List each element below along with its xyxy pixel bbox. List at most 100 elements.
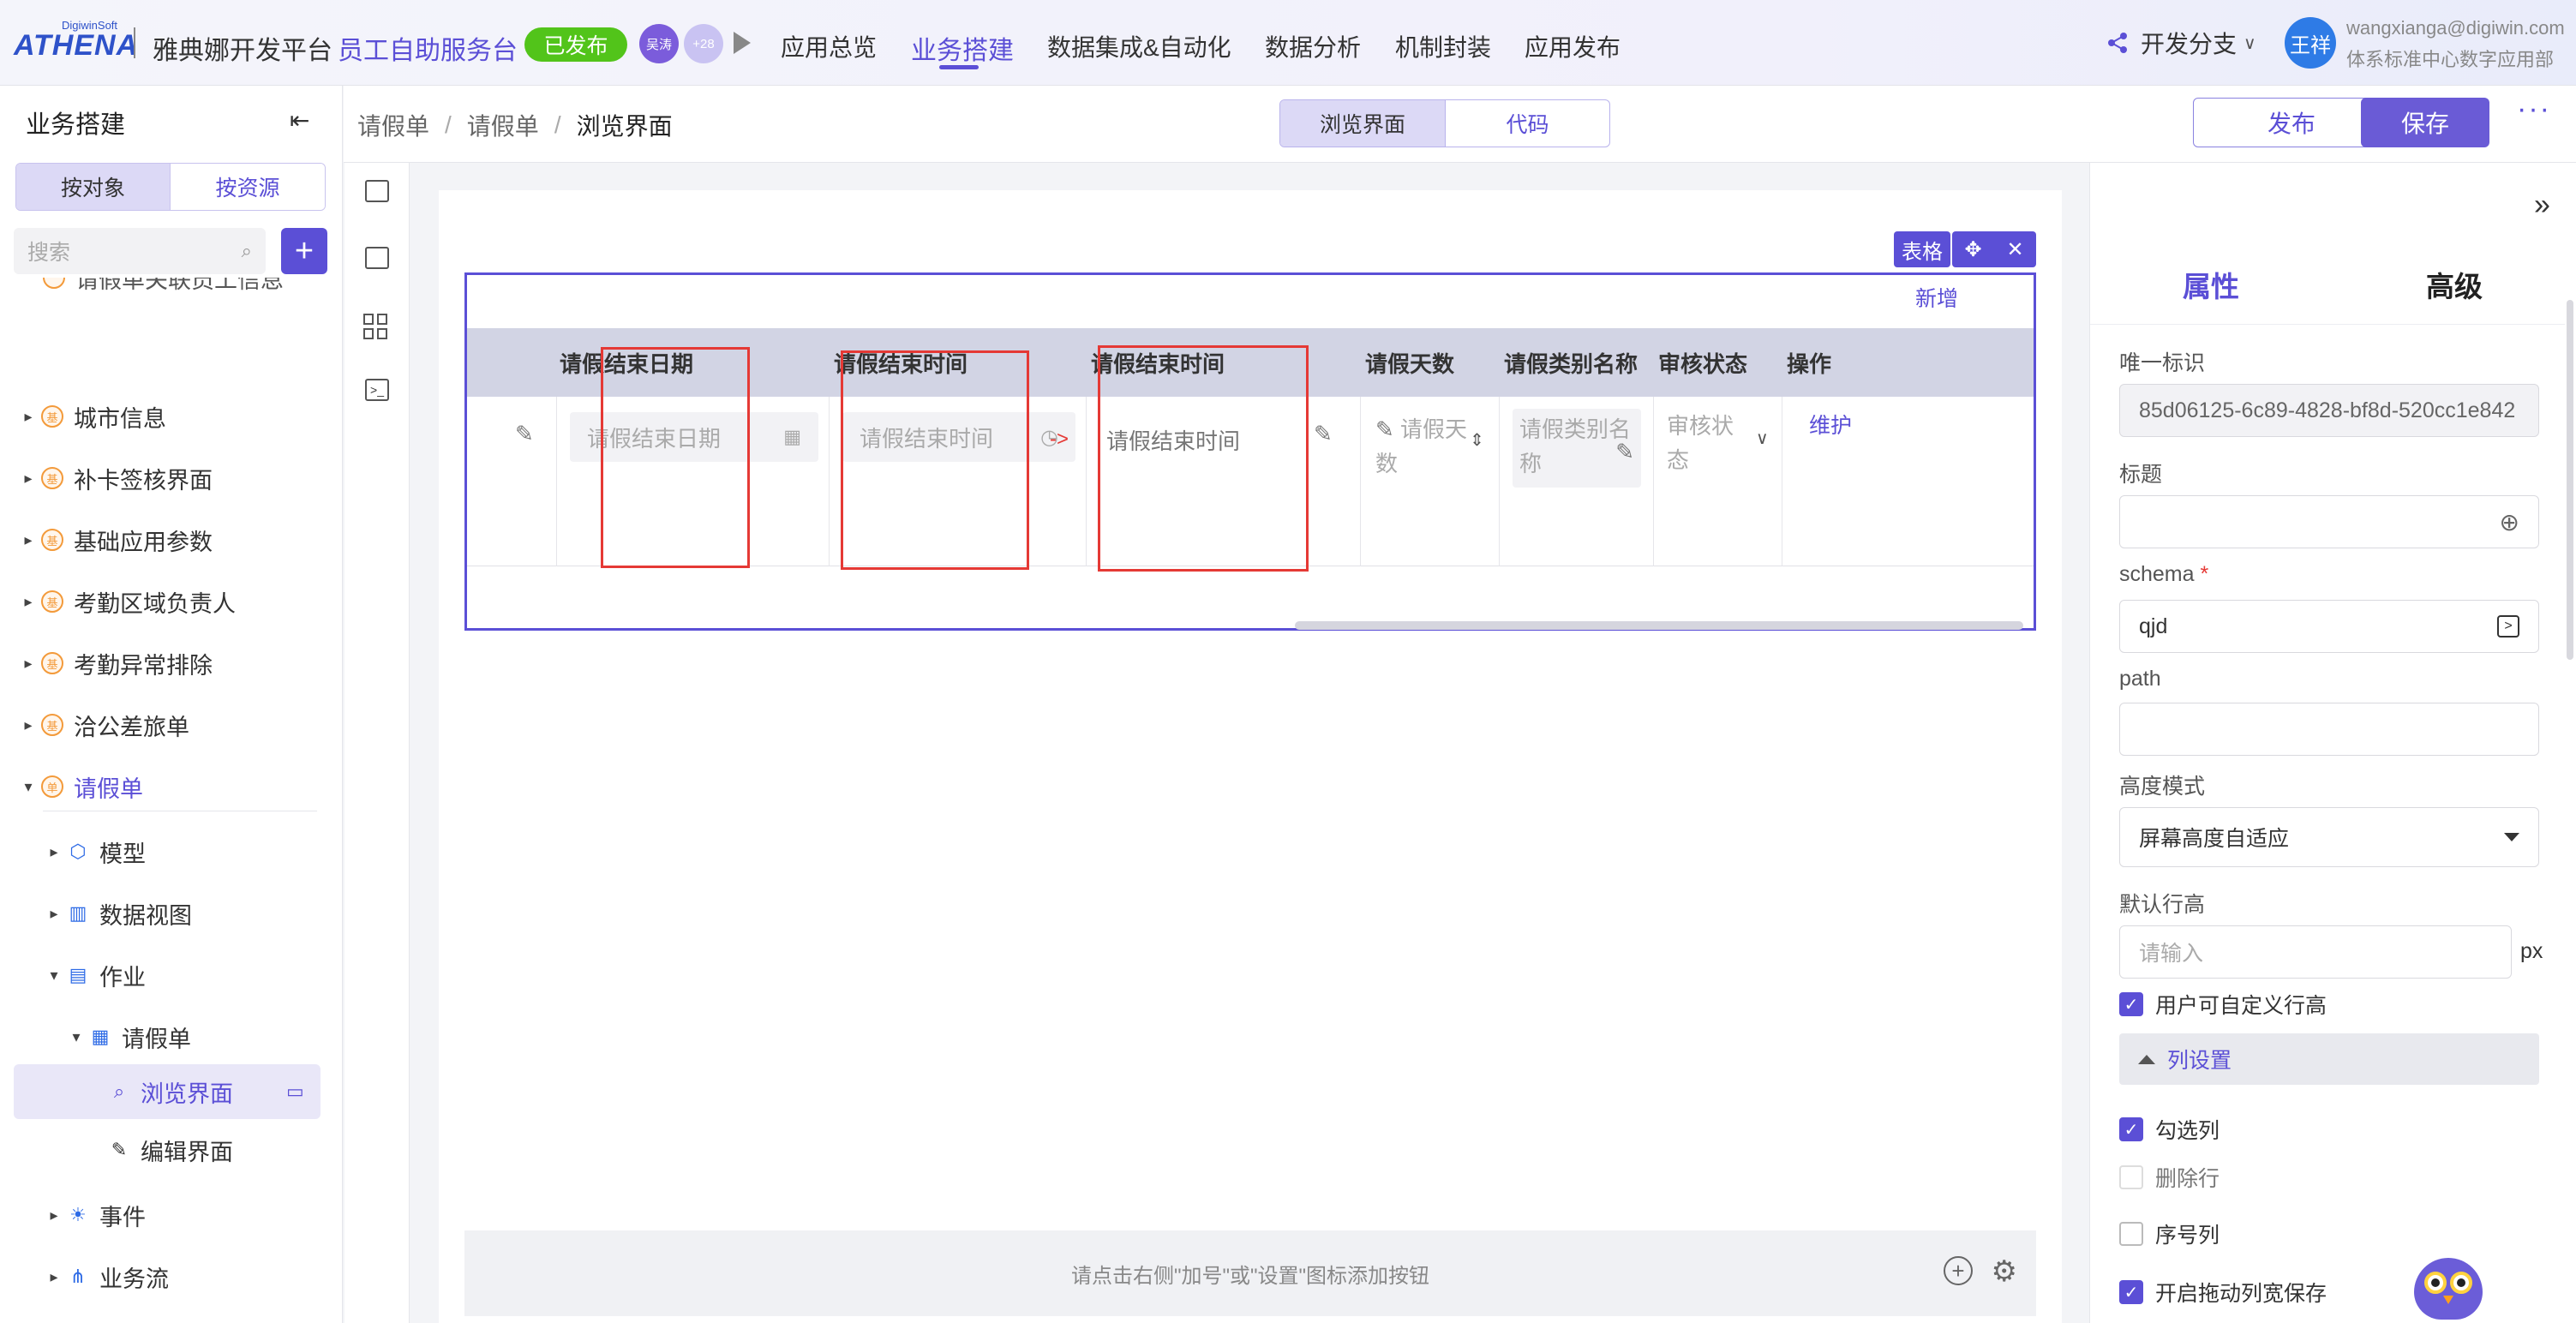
gear-icon[interactable]: ⚙ bbox=[1992, 1254, 2017, 1289]
tree-item-basic-params[interactable]: ▸ 基基础应用参数 bbox=[21, 516, 343, 564]
stepper-icon[interactable]: ⇕ bbox=[1470, 429, 1484, 451]
badge-icon: 基 bbox=[41, 652, 63, 674]
checkbox-checked[interactable]: ✓ bbox=[2119, 992, 2143, 1016]
nav-mechanism[interactable]: 机制封装 bbox=[1395, 29, 1491, 63]
uid-field[interactable]: 85d06125-6c89-4828-bf8d-520cc1e842 bbox=[2119, 384, 2539, 437]
globe-icon[interactable]: ⊕ bbox=[2500, 508, 2519, 536]
status-select[interactable]: 审核状态 bbox=[1667, 409, 1752, 477]
tree-item-partial[interactable]: 请假单关联员工信息 bbox=[43, 278, 343, 302]
nav-business-build[interactable]: 业务搭建 bbox=[911, 29, 1014, 67]
expand-panel-icon[interactable]: » bbox=[2534, 189, 2550, 222]
delete-row-option[interactable]: 删除行 bbox=[2119, 1162, 2220, 1193]
more-collaborators-badge[interactable]: +28 bbox=[684, 24, 723, 63]
tree-item-dataview[interactable]: ▸ ▥ 数据视图 bbox=[46, 889, 343, 937]
nav-data-integration[interactable]: 数据集成&自动化 bbox=[1047, 29, 1231, 63]
add-row-link[interactable]: 新增 bbox=[1915, 282, 1958, 313]
custom-row-height-option[interactable]: ✓ 用户可自定义行高 bbox=[2119, 989, 2327, 1020]
tab-advanced[interactable]: 高级 bbox=[2426, 264, 2483, 305]
edit-icon[interactable]: ✎ bbox=[1314, 421, 1333, 447]
checkbox-checked[interactable]: ✓ bbox=[2119, 1117, 2143, 1141]
more-options-icon[interactable]: ··· bbox=[2517, 93, 2551, 126]
user-email: wangxianga@digiwin.com bbox=[2346, 17, 2565, 39]
play-icon[interactable] bbox=[734, 32, 751, 54]
device-icon[interactable]: ▭ bbox=[286, 1081, 304, 1103]
nav-app-overview[interactable]: 应用总览 bbox=[781, 29, 877, 63]
checkbox-unchecked[interactable] bbox=[2119, 1222, 2143, 1246]
tree-item-city[interactable]: ▸ 基城市信息 bbox=[21, 392, 343, 440]
tree-item-job[interactable]: ▾ ▤ 作业 bbox=[46, 951, 343, 999]
add-button[interactable]: + bbox=[281, 228, 327, 274]
tree-item-event[interactable]: ▸ ☀ 事件 bbox=[46, 1191, 343, 1239]
tree-item-other[interactable]: ▸其其他 bbox=[21, 1314, 343, 1323]
chevron-down-icon: ∨ bbox=[1756, 429, 1769, 448]
terminal-icon[interactable]: >_ bbox=[365, 379, 389, 401]
branch-selector[interactable]: 开发分支 ∨ bbox=[2105, 26, 2256, 60]
move-icon[interactable]: ✥ bbox=[1964, 237, 1981, 262]
days-input[interactable]: ✎ 请假天数 bbox=[1375, 412, 1478, 481]
select-column-option[interactable]: ✓ 勾选列 bbox=[2119, 1114, 2220, 1145]
save-button[interactable]: 保存 bbox=[2361, 98, 2489, 147]
caret-up-icon bbox=[2138, 1054, 2155, 1064]
path-field[interactable] bbox=[2119, 703, 2539, 756]
column-header[interactable]: 审核状态 bbox=[1658, 328, 1747, 397]
user-dept: 体系标准中心数字应用部 bbox=[2346, 49, 2555, 70]
table-component[interactable]: 新增 请假结束日期 请假结束时间 请假结束时间 请假天数 请假类别名称 审核状态… bbox=[464, 272, 2036, 631]
assistant-owl-icon[interactable] bbox=[2409, 1253, 2488, 1323]
user-avatar[interactable]: 王祥 bbox=[2285, 17, 2336, 69]
column-settings-header[interactable]: 列设置 bbox=[2119, 1033, 2539, 1085]
col-divider bbox=[556, 397, 557, 566]
maintain-link[interactable]: 维护 bbox=[1809, 409, 1852, 440]
code-editor-icon[interactable]: > bbox=[2497, 615, 2519, 638]
column-header[interactable]: 操作 bbox=[1787, 328, 1831, 397]
tab-browse[interactable]: 浏览界面 bbox=[1280, 100, 1445, 147]
toggle-by-resource[interactable]: 按资源 bbox=[170, 164, 325, 210]
tree-item-job-leave[interactable]: ▾ ▦ 请假单 bbox=[69, 1013, 343, 1061]
tree-item-travel[interactable]: ▸ 基洽公差旅单 bbox=[21, 701, 343, 749]
tree-item-model[interactable]: ▸ ⬡ 模型 bbox=[46, 828, 343, 876]
toggle-by-object[interactable]: 按对象 bbox=[16, 164, 170, 210]
close-icon[interactable]: ✕ bbox=[2006, 237, 2023, 262]
left-sidebar: 业务搭建 ⇤ 按对象 按资源 搜索 ⌕ + 请假单关联员工信息 ▸ 基城市信息 ▸… bbox=[0, 86, 343, 1323]
list-icon[interactable] bbox=[365, 247, 389, 269]
tab-code[interactable]: 代码 bbox=[1445, 100, 1609, 147]
tree-item-edit[interactable]: ✎ 编辑界面 bbox=[108, 1126, 343, 1174]
title-field[interactable]: ⊕ bbox=[2119, 495, 2539, 548]
athena-logo[interactable]: DigiwinSoft ATHENA bbox=[14, 19, 137, 62]
badge-icon: 基 bbox=[41, 529, 63, 551]
layout-icon[interactable] bbox=[365, 180, 389, 202]
edit-icon[interactable]: ✎ bbox=[515, 421, 534, 447]
drag-save-option[interactable]: ✓ 开启拖动列宽保存 bbox=[2119, 1277, 2327, 1308]
add-circle-icon[interactable]: + bbox=[1944, 1256, 1973, 1285]
tab-properties[interactable]: 属性 bbox=[2183, 264, 2239, 305]
collaborator-avatar[interactable]: 吴涛 bbox=[639, 24, 679, 63]
tree-item-flow[interactable]: ▸ ⋔ 业务流 bbox=[46, 1253, 343, 1301]
panel-scrollbar[interactable] bbox=[2567, 300, 2573, 660]
breadcrumb-item[interactable]: 请假单 bbox=[467, 108, 539, 142]
app-name[interactable]: 员工自助服务台 bbox=[338, 29, 518, 67]
height-mode-select[interactable]: 屏幕高度自适应 bbox=[2119, 807, 2539, 867]
tree-item-browse[interactable]: ⌕ 浏览界面 ▭ bbox=[108, 1068, 343, 1116]
tree-item-area-owner[interactable]: ▸ 基考勤区域负责人 bbox=[21, 578, 343, 626]
column-header[interactable]: 请假天数 bbox=[1365, 328, 1454, 397]
nav-data-analysis[interactable]: 数据分析 bbox=[1265, 29, 1361, 63]
badge-icon: 基 bbox=[41, 467, 63, 489]
category-input[interactable]: 请假类别名称 ✎ bbox=[1513, 409, 1641, 488]
search-input[interactable]: 搜索 bbox=[27, 236, 242, 266]
logo-main-text: ATHENA bbox=[14, 29, 139, 62]
grid-icon[interactable] bbox=[363, 314, 389, 339]
checkbox-checked[interactable]: ✓ bbox=[2119, 1280, 2143, 1304]
index-column-option[interactable]: 序号列 bbox=[2119, 1218, 2220, 1249]
col-divider bbox=[1499, 397, 1500, 566]
collapse-sidebar-icon[interactable]: ⇤ bbox=[290, 106, 309, 135]
tree-item-leave[interactable]: ▾ 单请假单 bbox=[21, 763, 343, 811]
schema-field[interactable]: qjd > bbox=[2119, 600, 2539, 653]
nav-app-publish[interactable]: 应用发布 bbox=[1525, 29, 1620, 63]
row-height-field[interactable]: 请输入 bbox=[2119, 925, 2512, 979]
col-divider bbox=[829, 397, 830, 566]
tree-item-exception[interactable]: ▸ 基考勤异常排除 bbox=[21, 639, 343, 687]
tree-item-card-approval[interactable]: ▸ 基补卡签核界面 bbox=[21, 454, 343, 502]
horizontal-scrollbar[interactable] bbox=[1295, 621, 2023, 630]
search-box[interactable]: 搜索 ⌕ bbox=[14, 228, 266, 274]
column-header[interactable]: 请假类别名称 bbox=[1504, 328, 1638, 397]
breadcrumb-item[interactable]: 请假单 bbox=[357, 108, 429, 142]
